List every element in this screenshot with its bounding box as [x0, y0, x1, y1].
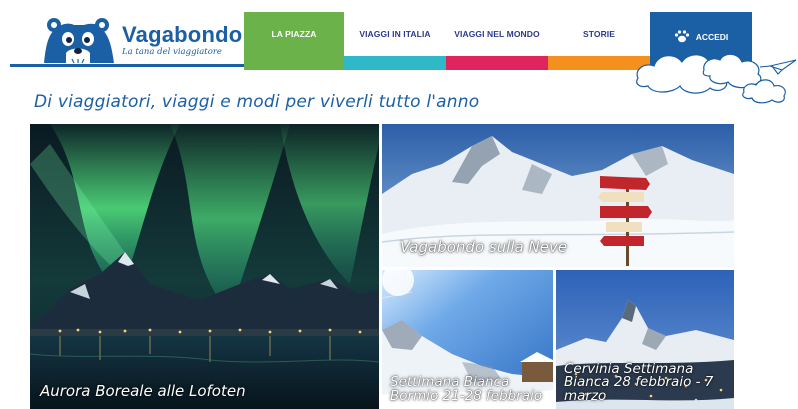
nav-color-bar — [446, 56, 548, 70]
page-headline: Di viaggiatori, viaggi e modi per viverl… — [34, 92, 480, 112]
clouds-decoration-icon — [636, 53, 797, 104]
site-header: Vagabondo La tana del viaggiatore LA PIA… — [0, 0, 798, 104]
nav-color-bar — [244, 56, 344, 70]
tile-cervinia-settimana[interactable]: Cervinia Settimana Bianca 28 febbraio - … — [556, 270, 734, 409]
header-underline — [10, 64, 244, 67]
logo-text: Vagabondo La tana del viaggiatore — [122, 22, 243, 58]
tile-caption: Cervinia Settimana Bianca 28 febbraio - … — [564, 360, 714, 404]
tile-aurora-boreale[interactable]: Aurora Boreale alle Lofoten — [30, 124, 379, 409]
nav-item-label: VIAGGI NEL MONDO — [454, 29, 540, 39]
nav-item-viaggi-in-italia[interactable]: VIAGGI IN ITALIA — [344, 12, 446, 70]
brand-tagline: La tana del viaggiatore — [122, 47, 222, 57]
bear-logo-icon — [44, 18, 114, 64]
nav-item-viaggi-nel-mondo[interactable]: VIAGGI NEL MONDO — [446, 12, 548, 70]
tile-caption: Aurora Boreale alle Lofoten — [40, 382, 246, 400]
site-logo[interactable]: Vagabondo La tana del viaggiatore — [40, 12, 245, 68]
nav-item-label: STORIE — [582, 29, 616, 39]
nav-item-label: VIAGGI IN ITALIA — [359, 29, 431, 39]
main-nav: LA PIAZZA VIAGGI IN ITALIA VIAGGI NEL MO… — [244, 12, 650, 70]
tile-caption: Vagabondo sulla Neve — [400, 238, 568, 256]
nav-item-la-piazza[interactable]: LA PIAZZA — [244, 12, 344, 70]
page: Vagabondo La tana del viaggiatore LA PIA… — [0, 0, 798, 409]
brand-name: Vagabondo — [122, 22, 243, 47]
aurora-lofoten-photo — [30, 124, 379, 409]
nav-item-label: LA PIAZZA — [271, 29, 317, 39]
tile-caption: Settimana Bianca Bormio 21-28 febbraio — [390, 374, 543, 404]
nav-color-bar — [344, 56, 446, 70]
tile-settimana-bormio[interactable]: Settimana Bianca Bormio 21-28 febbraio — [382, 270, 553, 409]
tile-vagabondo-neve[interactable]: Vagabondo sulla Neve — [382, 124, 734, 267]
